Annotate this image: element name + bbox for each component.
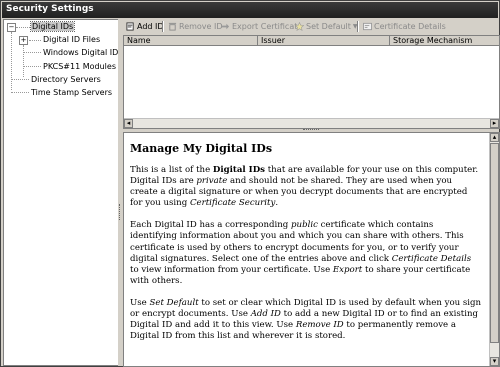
tree-item-time-stamp-servers[interactable]: Time Stamp Servers (31, 88, 112, 97)
help-text: Manage My Digital IDs This is a list of … (130, 142, 482, 353)
trash-icon (168, 22, 177, 31)
settings-tree: − Digital IDs + Digital ID Files Windows… (3, 19, 119, 366)
export-certificate-button[interactable]: Export Certificate (221, 20, 302, 32)
column-header-storage-mechanism[interactable]: Storage Mechanism (390, 36, 499, 46)
vertical-scrollbar[interactable]: ▴ ▾ (489, 133, 499, 366)
help-paragraph-2: Each Digital ID has a corresponding publ… (130, 220, 472, 286)
expand-icon[interactable]: + (19, 36, 28, 45)
security-settings-window: Security Settings − Digital IDs + Digita… (0, 0, 500, 367)
tree-item-digital-id-files[interactable]: Digital ID Files (43, 35, 100, 44)
scroll-right-icon[interactable]: ▸ (490, 119, 499, 128)
scroll-thumb[interactable] (490, 143, 499, 343)
column-header-name[interactable]: Name (124, 36, 258, 46)
tree-item-directory-servers[interactable]: Directory Servers (31, 75, 101, 84)
toolbar: Add ID Remove ID Export Certificate Set … (123, 19, 499, 34)
star-icon (295, 21, 304, 31)
certificate-details-button[interactable]: Certificate Details (363, 20, 446, 32)
set-default-label: Set Default (306, 21, 351, 31)
help-heading: Manage My Digital IDs (130, 142, 273, 155)
certificate-details-label: Certificate Details (374, 21, 446, 31)
title-bar: Security Settings (2, 2, 498, 18)
certificate-icon (363, 22, 372, 30)
help-pane: Manage My Digital IDs This is a list of … (123, 132, 500, 367)
set-default-button[interactable]: Set Default ▼ (295, 20, 358, 32)
scroll-up-icon[interactable]: ▴ (490, 133, 499, 142)
remove-id-label: Remove ID (179, 21, 223, 31)
toolbar-separator (162, 21, 164, 32)
digital-id-list[interactable]: Name Issuer Storage Mechanism ◂ ▸ (123, 35, 500, 129)
tree-item-pkcs11-modules[interactable]: PKCS#11 Modules and T (43, 62, 118, 71)
help-paragraph-1: This is a list of the Digital IDs that a… (130, 165, 479, 209)
tree-item-digital-ids[interactable]: Digital IDs (29, 21, 76, 32)
tree-item-windows-digital-ids[interactable]: Windows Digital IDs (43, 48, 118, 57)
add-id-icon (126, 21, 134, 31)
add-id-label: Add ID (137, 21, 164, 31)
help-paragraph-3: Use Set Default to set or clear which Di… (130, 297, 482, 342)
scroll-down-icon[interactable]: ▾ (490, 357, 499, 366)
remove-id-button[interactable]: Remove ID (168, 20, 223, 32)
add-id-button[interactable]: Add ID (126, 20, 164, 32)
column-header-issuer[interactable]: Issuer (258, 36, 390, 46)
horizontal-scrollbar[interactable]: ◂ ▸ (124, 118, 499, 128)
export-certificate-label: Export Certificate (232, 21, 303, 31)
collapse-icon[interactable]: − (7, 23, 16, 32)
export-arrow-icon (221, 23, 230, 29)
window-title: Security Settings (6, 4, 94, 14)
toolbar-separator (357, 21, 359, 32)
scroll-left-icon[interactable]: ◂ (124, 119, 133, 128)
